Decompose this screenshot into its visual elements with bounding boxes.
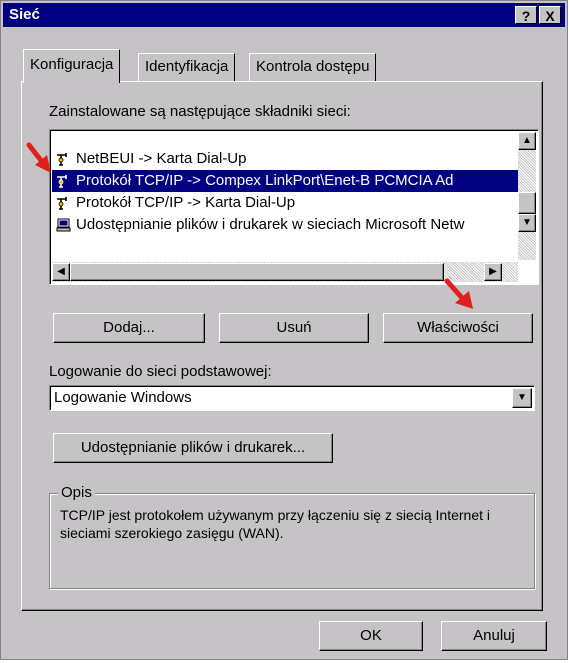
help-button[interactable]: ?: [515, 6, 537, 24]
list-item[interactable]: Udostępnianie plików i drukarek w siecia…: [52, 214, 536, 236]
annotation-arrow-icon: [444, 278, 473, 309]
scroll-up-button[interactable]: ▲: [518, 132, 536, 150]
components-label: Zainstalowane są następujące składniki s…: [49, 103, 351, 120]
arrow-up-icon: ▲: [522, 135, 532, 146]
ok-button[interactable]: OK: [319, 621, 423, 651]
tab-identification[interactable]: Identyfikacja: [138, 53, 236, 81]
description-legend: Opis: [58, 484, 95, 501]
tab-label: Konfiguracja: [30, 56, 114, 73]
arrow-left-icon: ◀: [57, 266, 65, 277]
vertical-scrollbar[interactable]: ▲ ▼: [518, 132, 536, 260]
list-item-selected[interactable]: Protokół TCP/IP -> Compex LinkPort\Enet-…: [52, 170, 534, 192]
cancel-button[interactable]: Anuluj: [441, 621, 547, 651]
file-printer-sharing-icon: [56, 218, 71, 232]
list-item-label: Udostępnianie plików i drukarek w siecia…: [76, 216, 465, 233]
description-text: TCP/IP jest protokołem używanym przy łąc…: [60, 507, 491, 541]
window-title: Sieć: [9, 6, 40, 23]
properties-button[interactable]: Właściwości: [383, 313, 533, 343]
list-item[interactable]: Protokół TCP/IP -> Karta Dial-Up: [52, 192, 536, 214]
scroll-thumb-horizontal[interactable]: [70, 263, 444, 281]
primary-logon-value: Logowanie Windows: [54, 389, 192, 406]
description-group: Opis TCP/IP jest protokołem używanym prz…: [49, 484, 535, 589]
tab-label: Identyfikacja: [145, 58, 229, 75]
tab-label: Kontrola dostępu: [256, 58, 370, 75]
tab-access-control[interactable]: Kontrola dostępu: [249, 53, 377, 81]
arrow-down-icon: ▼: [522, 217, 532, 228]
list-item-label: NetBEUI -> Karta Dial-Up: [76, 150, 247, 167]
primary-logon-select[interactable]: Logowanie Windows ▼: [49, 385, 535, 411]
components-list[interactable]: NetBEUI -> Karta Dial-Up Protokół TCP/IP…: [49, 129, 539, 285]
scroll-right-button[interactable]: ▶: [484, 263, 502, 281]
network-protocol-icon: [57, 175, 67, 188]
network-dialog: Sieć ? X Konfiguracja Identyfikacja Kont…: [0, 0, 568, 660]
list-item[interactable]: NetBEUI -> Karta Dial-Up: [52, 148, 536, 170]
add-button[interactable]: Dodaj...: [53, 313, 205, 343]
file-printer-sharing-button[interactable]: Udostępnianie plików i drukarek...: [53, 433, 333, 463]
close-button[interactable]: X: [539, 6, 561, 24]
list-item-label: Protokół TCP/IP -> Compex LinkPort\Enet-…: [76, 172, 454, 189]
scroll-down-button[interactable]: ▼: [518, 214, 536, 232]
title-bar[interactable]: Sieć ? X: [3, 3, 565, 27]
network-protocol-icon: [57, 153, 67, 166]
arrow-right-icon: ▶: [489, 266, 497, 277]
remove-button[interactable]: Usuń: [219, 313, 369, 343]
chevron-down-icon[interactable]: ▼: [512, 388, 532, 408]
network-protocol-icon: [57, 197, 67, 210]
scroll-thumb[interactable]: [518, 192, 536, 214]
annotation-arrow-icon: [26, 142, 51, 173]
primary-logon-label: Logowanie do sieci podstawowej:: [49, 363, 272, 380]
list-item-label: Protokół TCP/IP -> Karta Dial-Up: [76, 194, 296, 211]
scroll-left-button[interactable]: ◀: [52, 263, 70, 281]
tab-configuration[interactable]: Konfiguracja: [23, 49, 121, 83]
